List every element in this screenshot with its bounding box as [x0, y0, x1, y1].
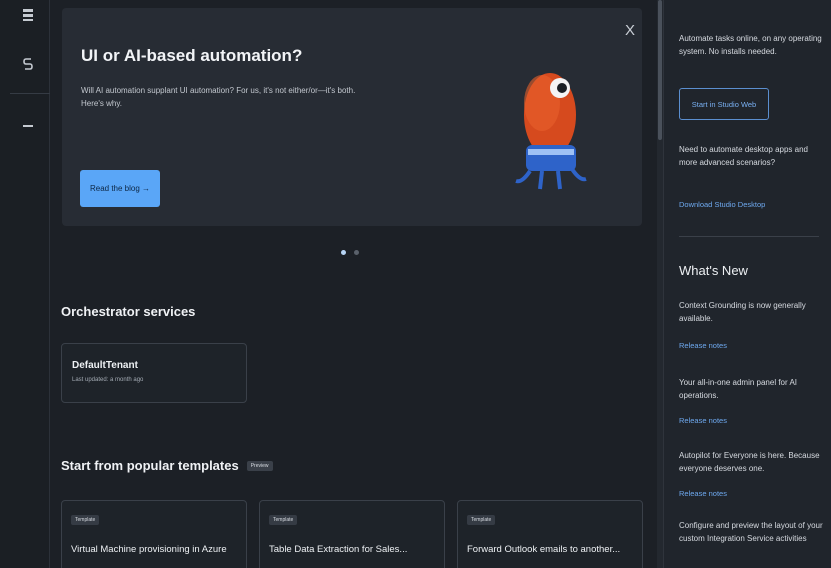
release-notes-link[interactable]: Release notes: [679, 489, 727, 498]
template-name: Virtual Machine provisioning in Azure: [71, 544, 227, 555]
carousel-dot-1[interactable]: [341, 250, 346, 255]
banner-title: UI or AI-based automation?: [81, 46, 303, 65]
robot-mascot-illustration: [515, 73, 587, 190]
carousel-dots: [341, 250, 359, 255]
carousel-dot-2[interactable]: [354, 250, 359, 255]
news-text: Autopilot for Everyone is here. Because …: [679, 451, 820, 473]
template-card[interactable]: Template Forward Outlook emails to anoth…: [457, 500, 643, 568]
template-card[interactable]: Template Table Data Extraction for Sales…: [259, 500, 445, 568]
left-nav-rail: [0, 0, 50, 568]
right-divider: [679, 236, 819, 237]
news-text: Configure and preview the layout of your…: [679, 521, 823, 543]
template-badge: Template: [467, 515, 496, 525]
close-icon[interactable]: X: [625, 22, 635, 39]
tenant-last-updated: Last updated: a month ago: [72, 377, 144, 383]
orchestrator-section-title: Orchestrator services: [61, 304, 196, 319]
template-card[interactable]: Template Virtual Machine provisioning in…: [61, 500, 247, 568]
template-name: Forward Outlook emails to another...: [467, 544, 621, 555]
templates-title-text: Start from popular templates: [61, 458, 239, 473]
whats-new-title: What's New: [679, 263, 748, 278]
rail-divider: [10, 93, 50, 94]
release-notes-link[interactable]: Release notes: [679, 416, 727, 425]
download-studio-desktop-link[interactable]: Download Studio Desktop: [679, 200, 765, 209]
grid-icon[interactable]: [22, 8, 34, 24]
tenant-card[interactable]: DefaultTenant Last updated: a month ago: [61, 343, 247, 403]
template-name: Table Data Extraction for Sales...: [269, 544, 408, 555]
dash-icon[interactable]: [22, 116, 34, 130]
start-studio-web-button[interactable]: Start in Studio Web: [679, 88, 769, 120]
right-panel: Automate tasks online, on any operating …: [663, 0, 831, 568]
desktop-text: Need to automate desktop apps and more a…: [679, 145, 808, 167]
news-text: Context Grounding is now generally avail…: [679, 301, 806, 323]
read-blog-button[interactable]: Read the blog →: [80, 170, 160, 207]
release-notes-link[interactable]: Release notes: [679, 341, 727, 350]
studio-web-intro: Automate tasks online, on any operating …: [679, 34, 822, 56]
dollar-icon[interactable]: [22, 56, 34, 74]
banner-text: Will AI automation supplant UI automatio…: [81, 86, 356, 108]
scrollbar-thumb[interactable]: [658, 0, 662, 140]
templates-section-title: Start from popular templates Preview: [61, 458, 273, 473]
preview-badge: Preview: [246, 460, 273, 471]
news-text: Your all-in-one admin panel for AI opera…: [679, 378, 797, 400]
template-badge: Template: [269, 515, 298, 525]
promo-banner: UI or AI-based automation? Will AI autom…: [62, 8, 642, 226]
main-content: UI or AI-based automation? Will AI autom…: [50, 0, 657, 568]
tenant-name: DefaultTenant: [72, 360, 138, 371]
template-badge: Template: [71, 515, 100, 525]
